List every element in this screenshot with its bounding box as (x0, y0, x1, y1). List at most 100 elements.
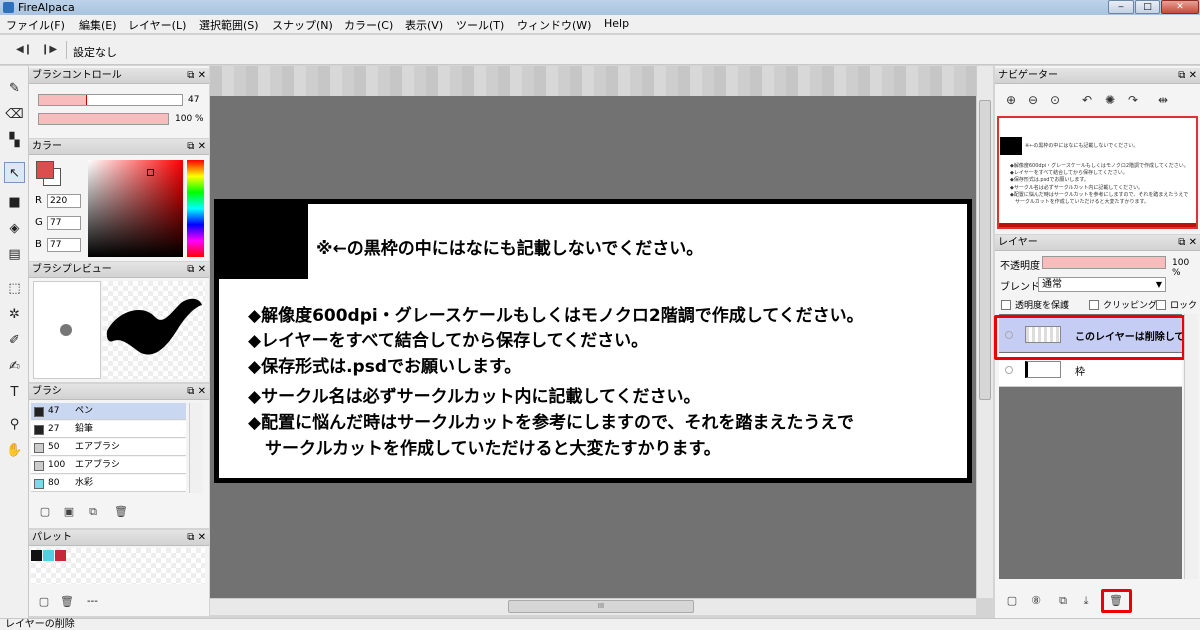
next-icon[interactable]: ❙▶ (41, 44, 57, 55)
fill-rect-tool-icon[interactable]: ■ (4, 192, 25, 213)
brush-size-slider[interactable] (38, 94, 183, 106)
brush-list-scrollbar[interactable] (189, 403, 203, 493)
layer-list-scrollbar[interactable] (1184, 314, 1198, 579)
panel-close-icon[interactable]: ✕ (198, 386, 206, 397)
panel-close-icon[interactable]: ✕ (1189, 70, 1197, 81)
panel-close-icon[interactable]: ✕ (198, 532, 206, 543)
firealpaca-window: FireAlpaca ‒ □ ✕ ファイル(F) 編集(E) レイヤー(L) 選… (0, 0, 1200, 630)
duplicate-layer-icon[interactable]: ⧉ (1055, 593, 1071, 609)
brush-list-item[interactable]: 100 エアブラシ (31, 457, 186, 474)
document-line: ◆保存形式は.psdでお願いします。 (248, 357, 522, 377)
palette-swatch[interactable] (55, 550, 66, 561)
zoom-out-icon[interactable]: ⊖ (1024, 91, 1042, 109)
merge-down-icon[interactable]: ⤓ (1078, 593, 1094, 609)
eraser-tool-icon[interactable]: ⌫ (4, 104, 25, 125)
protect-alpha-checkbox[interactable] (1001, 300, 1011, 310)
panel-close-icon[interactable]: ✕ (198, 141, 206, 152)
move-tool-icon[interactable]: ↖ (4, 162, 25, 183)
float-icon[interactable]: ⧉ (187, 386, 194, 397)
new-brush-icon[interactable]: ▢ (37, 504, 53, 520)
color-picker-cursor[interactable] (147, 169, 154, 176)
menu-edit[interactable]: 編集(E) (79, 17, 117, 33)
float-icon[interactable]: ⧉ (1178, 70, 1185, 81)
navigator-thumb-line: ◆配置に悩んだ時はサークルカットを参考にしますので、それを踏まえたうえで (1010, 192, 1189, 198)
panel-close-icon[interactable]: ✕ (198, 264, 206, 275)
float-icon[interactable]: ⧉ (187, 264, 194, 275)
canvas-horizontal-thumb[interactable]: III (508, 600, 694, 613)
rotate-left-icon[interactable]: ↶ (1078, 91, 1096, 109)
delete-palette-icon[interactable]: 🗑 (59, 594, 75, 610)
bucket-tool-icon[interactable]: ◈ (4, 218, 25, 239)
menu-tool[interactable]: ツール(T) (456, 17, 504, 33)
b-label: B (35, 239, 42, 250)
menu-snap[interactable]: スナップ(N) (272, 17, 333, 33)
close-window-button[interactable]: ✕ (1161, 0, 1199, 14)
hue-slider[interactable] (187, 160, 204, 257)
brush-list-item[interactable]: 50 エアブラシ (31, 439, 186, 456)
menu-color[interactable]: カラー(C) (344, 17, 393, 33)
pen-tool-icon[interactable]: ✎ (4, 78, 25, 99)
panel-close-icon[interactable]: ✕ (1189, 237, 1197, 248)
brush-color-swatch (34, 479, 44, 489)
rotate-reset-icon[interactable]: ✺ (1101, 91, 1119, 109)
rotate-right-icon[interactable]: ↷ (1124, 91, 1142, 109)
brush-settings-icon[interactable]: ▣ (61, 504, 77, 520)
select-pen-icon[interactable]: ✍ (4, 356, 25, 377)
brush-opacity-slider[interactable] (38, 113, 169, 125)
chevron-down-icon: ▼ (1155, 280, 1162, 289)
g-label: G (35, 217, 43, 228)
navigator-thumb-line: サークルカットを作成していただけると大変たすかります。 (1010, 199, 1150, 205)
gradient-tool-icon[interactable]: ▤ (4, 244, 25, 265)
text-tool-icon[interactable]: T (4, 382, 25, 403)
brush-size: 47 (48, 406, 60, 416)
add-palette-icon[interactable]: ▢ (36, 594, 52, 610)
brush-list-item[interactable]: 47 ペン (31, 403, 186, 420)
navigator-thumb-line: ◆解像度600dpi・グレースケールもしくはモノクロ2階調で作成してください。 (1010, 163, 1189, 169)
saturation-value-picker[interactable] (88, 160, 183, 257)
select-tool-icon[interactable]: ⬚ (4, 278, 25, 299)
canvas-vertical-thumb[interactable] (979, 100, 991, 400)
dot-tool-icon[interactable]: ▚ (4, 130, 25, 151)
zoom-in-icon[interactable]: ⊕ (1002, 91, 1020, 109)
magic-wand-icon[interactable]: ✲ (4, 304, 25, 325)
palette-swatch[interactable] (31, 550, 42, 561)
brush-stroke-preview (103, 281, 205, 379)
float-icon[interactable]: ⧉ (1178, 237, 1185, 248)
hand-tool-icon[interactable]: ✋ (4, 440, 25, 461)
palette-swatch[interactable] (43, 550, 54, 561)
panel-close-icon[interactable]: ✕ (198, 70, 206, 81)
minimize-button[interactable]: ‒ (1108, 0, 1134, 14)
visibility-icon[interactable] (1005, 366, 1013, 374)
new-layer-icon[interactable]: ▢ (1004, 593, 1020, 609)
menu-window[interactable]: ウィンドウ(W) (517, 17, 591, 33)
lock-checkbox[interactable] (1156, 300, 1166, 310)
delete-brush-icon[interactable]: 🗑 (113, 504, 129, 520)
float-icon[interactable]: ⧉ (187, 70, 194, 81)
menu-select[interactable]: 選択範囲(S) (199, 17, 259, 33)
zoom-fit-icon[interactable]: ⊙ (1046, 91, 1064, 109)
b-input[interactable]: 77 (47, 238, 81, 252)
layer-opacity-slider[interactable] (1042, 256, 1166, 269)
blend-mode-select[interactable]: 通常 ▼ (1038, 277, 1166, 292)
app-icon (3, 2, 14, 13)
menu-layer[interactable]: レイヤー(L) (128, 17, 186, 33)
brush-list-item[interactable]: 27 鉛筆 (31, 421, 186, 438)
clipping-checkbox[interactable] (1089, 300, 1099, 310)
duplicate-brush-icon[interactable]: ⧉ (85, 504, 101, 520)
float-icon[interactable]: ⧉ (187, 532, 194, 543)
foreground-color-swatch[interactable] (36, 161, 54, 179)
lasso-icon[interactable]: ✐ (4, 330, 25, 351)
panel-header: レイヤー ⧉ ✕ (995, 235, 1200, 251)
prev-icon[interactable]: ◀❙ (16, 44, 32, 55)
r-input[interactable]: 220 (47, 194, 81, 208)
menu-file[interactable]: ファイル(F) (6, 17, 65, 33)
menu-help[interactable]: Help (604, 17, 629, 30)
brush-list-item[interactable]: 80 水彩 (31, 475, 186, 492)
maximize-button[interactable]: □ (1135, 0, 1160, 14)
menu-view[interactable]: 表示(V) (405, 17, 443, 33)
new-layer-8bit-icon[interactable]: ⑧ (1028, 593, 1044, 609)
float-icon[interactable]: ⧉ (187, 141, 194, 152)
flip-icon[interactable]: ⇹ (1154, 91, 1172, 109)
g-input[interactable]: 77 (47, 216, 81, 230)
eyedropper-icon[interactable]: ⚲ (4, 414, 25, 435)
